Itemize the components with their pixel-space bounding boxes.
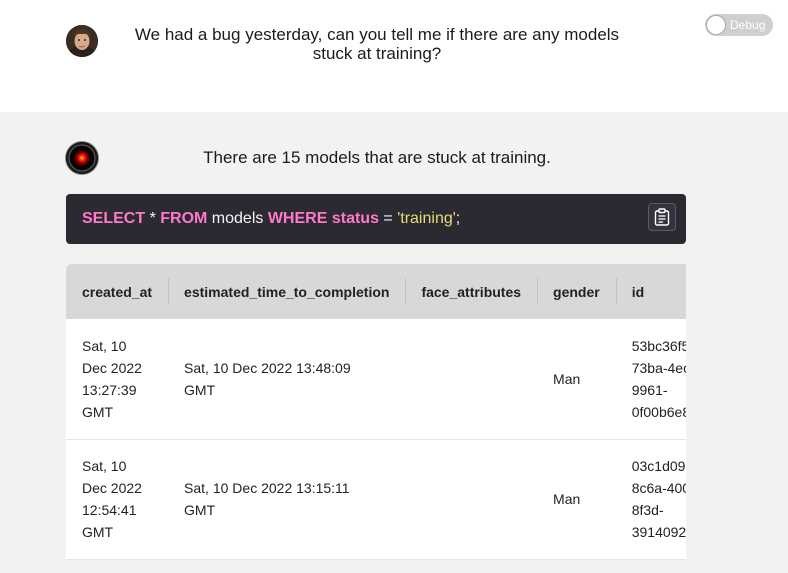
table-header-row: created_at estimated_time_to_completion … [66,264,686,319]
results-table: created_at estimated_time_to_completion … [66,264,686,560]
cell-id: 53bc36f5- 73ba-4ec2- 9961- 0f00b6e864 [615,319,686,440]
cell-estimated-time: Sat, 10 Dec 2022 13:48:09 GMT [168,319,406,440]
debug-toggle-label: Debug [730,18,766,32]
column-header-created-at[interactable]: created_at [66,264,169,319]
user-avatar [66,25,98,57]
results-table-container[interactable]: created_at estimated_time_to_completion … [66,264,686,573]
column-header-estimated-time[interactable]: estimated_time_to_completion [168,264,406,319]
cell-face-attributes [405,319,538,440]
sql-star: * [145,210,161,227]
table-row: Sat, 10 Dec 2022 12:54:41 GMT Sat, 10 De… [66,439,686,560]
cell-created-at: Sat, 10 Dec 2022 12:54:41 GMT [66,439,169,560]
debug-toggle[interactable]: Debug [705,14,773,36]
debug-toggle-knob[interactable] [707,16,725,34]
bot-avatar [66,142,98,174]
sql-table: models [207,210,268,227]
cell-face-attributes [405,439,538,560]
sql-value: 'training' [397,210,456,227]
sql-code-block: SELECT * FROM models WHERE status = 'tra… [66,194,686,244]
table-row: Sat, 10 Dec 2022 13:27:39 GMT Sat, 10 De… [66,319,686,440]
sql-operator: = [378,210,398,227]
bot-message: There are 15 models that are stuck at tr… [203,148,551,167]
sql-keyword-where: WHERE [267,210,328,227]
cell-estimated-time: Sat, 10 Dec 2022 13:15:11 GMT [168,439,406,560]
sql-keyword-select: SELECT [82,210,146,227]
cell-gender: Man [537,319,616,440]
column-header-id[interactable]: id [615,264,686,319]
sql-keyword-from: FROM [160,210,208,227]
cell-created-at: Sat, 10 Dec 2022 13:27:39 GMT [66,319,169,440]
column-header-gender[interactable]: gender [537,264,616,319]
cell-gender: Man [537,439,616,560]
copy-query-button[interactable] [648,203,676,231]
cell-id: 03c1d093- 8c6a-400e- 8f3d- 3914092675 [615,439,686,560]
sql-column: status [327,210,379,227]
clipboard-icon [654,208,670,226]
sql-terminator: ; [455,210,461,227]
user-message-area: We had a bug yesterday, can you tell me … [0,0,788,112]
column-header-face-attributes[interactable]: face_attributes [405,264,538,319]
user-message: We had a bug yesterday, can you tell me … [134,25,620,63]
